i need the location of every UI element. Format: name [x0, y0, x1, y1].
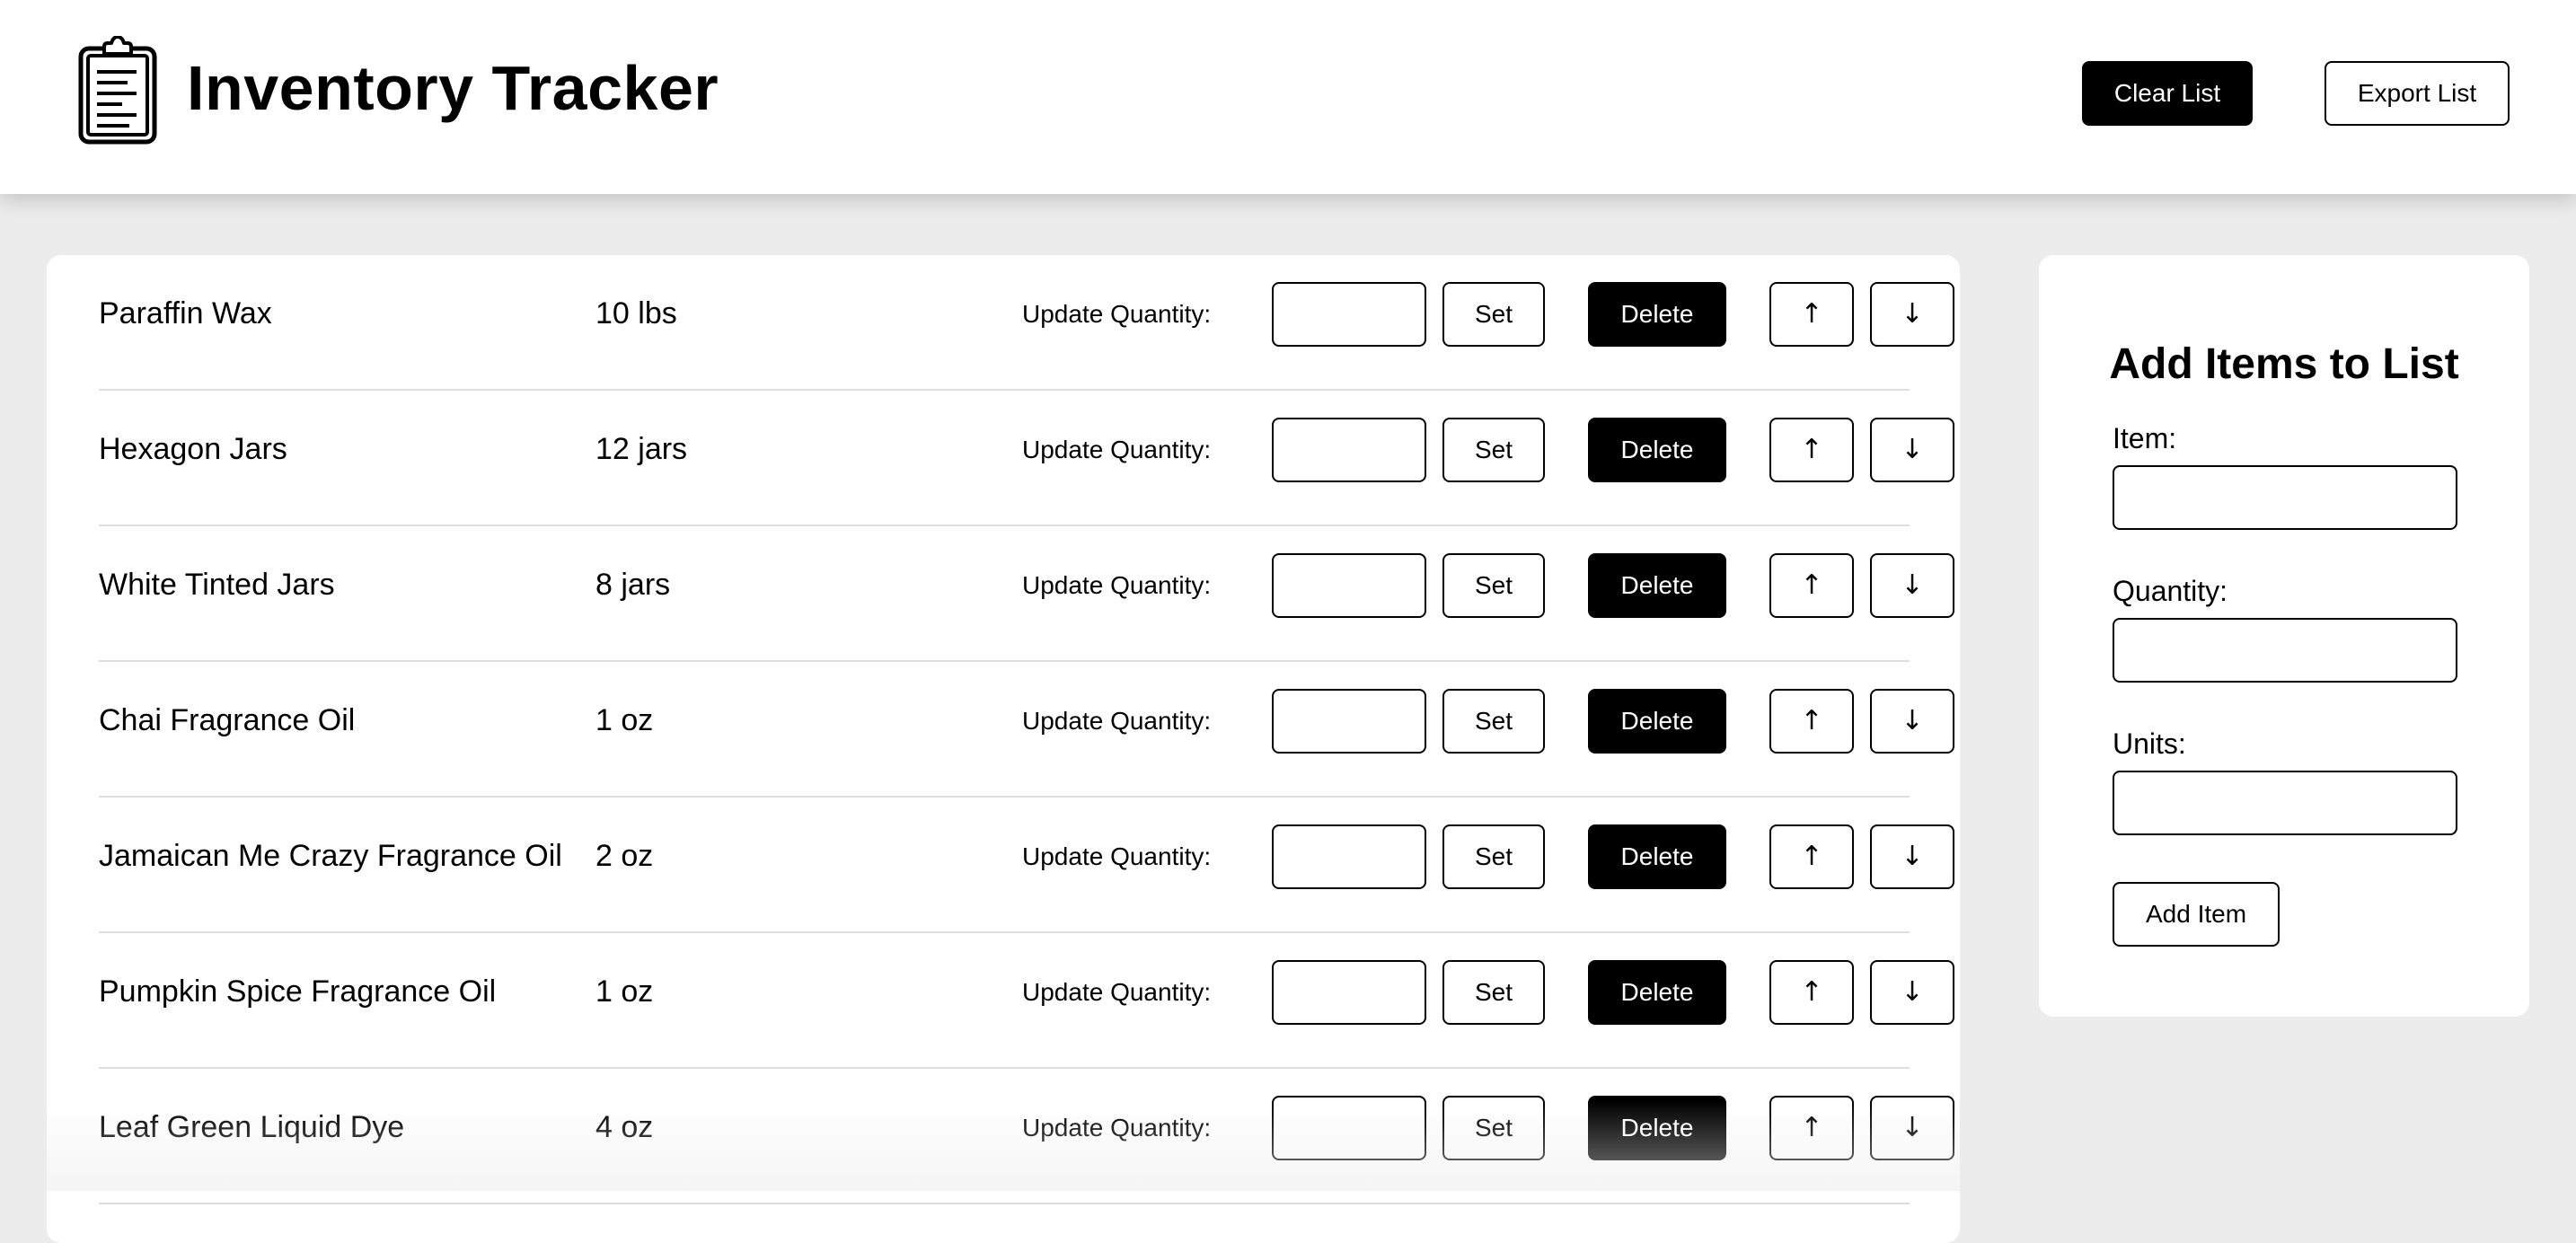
app-header: Inventory Tracker Clear List Export List — [0, 0, 2576, 194]
item-quantity: 4 oz — [595, 1110, 654, 1144]
arrow-up-icon: ↑ — [1800, 434, 1823, 465]
export-list-button[interactable]: Export List — [2325, 61, 2510, 126]
move-down-button[interactable]: ↓ — [1870, 689, 1954, 754]
move-down-button[interactable]: ↓ — [1870, 282, 1954, 347]
quantity-label: Quantity: — [2113, 575, 2228, 607]
item-quantity: 2 oz — [595, 839, 654, 873]
delete-button[interactable]: Delete — [1588, 824, 1726, 889]
set-button[interactable]: Set — [1442, 553, 1545, 618]
update-quantity-label: Update Quantity: — [1022, 978, 1212, 1006]
arrow-up-icon: ↑ — [1800, 705, 1823, 736]
units-input[interactable] — [2113, 771, 2457, 835]
item-quantity: 8 jars — [595, 568, 671, 602]
move-down-button[interactable]: ↓ — [1870, 824, 1954, 889]
arrow-up-icon: ↑ — [1800, 1112, 1823, 1143]
update-quantity-label: Update Quantity: — [1022, 707, 1212, 735]
item-quantity: 1 oz — [595, 974, 654, 1009]
move-up-button[interactable]: ↑ — [1769, 824, 1854, 889]
list-item: Chai Fragrance Oil 1 oz Update Quantity: Se… — [99, 662, 1954, 798]
list-item: Hexagon Jars 12 jars Update Quantity: Set De… — [99, 391, 1954, 526]
move-up-button[interactable]: ↑ — [1769, 1096, 1854, 1160]
arrow-up-icon: ↑ — [1800, 841, 1823, 872]
set-button[interactable]: Set — [1442, 282, 1545, 347]
delete-button[interactable]: Delete — [1588, 553, 1726, 618]
item-label: Item: — [2113, 422, 2177, 454]
update-quantity-input[interactable] — [1272, 1096, 1426, 1160]
arrow-up-icon: ↑ — [1800, 298, 1823, 330]
delete-button[interactable]: Delete — [1588, 960, 1726, 1025]
item-name: White Tinted Jars — [99, 568, 335, 602]
delete-button[interactable]: Delete — [1588, 282, 1726, 347]
arrow-down-icon: ↓ — [1901, 1112, 1924, 1143]
item-name: Pumpkin Spice Fragrance Oil — [99, 974, 497, 1009]
arrow-down-icon: ↓ — [1901, 705, 1924, 736]
update-quantity-input[interactable] — [1272, 282, 1426, 347]
arrow-down-icon: ↓ — [1901, 841, 1924, 872]
arrow-down-icon: ↓ — [1901, 298, 1924, 330]
inventory-list: Paraffin Wax 10 lbs Update Quantity: Set Del… — [47, 255, 1960, 1243]
list-item: Pumpkin Spice Fragrance Oil 1 oz Update Qu… — [99, 933, 1954, 1069]
update-quantity-label: Update Quantity: — [1022, 571, 1212, 599]
item-quantity: 10 lbs — [595, 296, 677, 331]
update-quantity-input[interactable] — [1272, 418, 1426, 482]
delete-button[interactable]: Delete — [1588, 418, 1726, 482]
add-item-button[interactable]: Add Item — [2113, 882, 2280, 947]
item-name: Paraffin Wax — [99, 296, 272, 331]
update-quantity-label: Update Quantity: — [1022, 842, 1212, 870]
units-label: Units: — [2113, 727, 2186, 760]
list-item: Jamaican Me Crazy Fragrance Oil 2 oz Updat… — [99, 798, 1954, 933]
item-quantity: 12 jars — [595, 432, 688, 466]
item-name: Leaf Green Liquid Dye — [99, 1110, 405, 1144]
clipboard-icon — [78, 36, 157, 145]
move-up-button[interactable]: ↑ — [1769, 282, 1854, 347]
item-quantity: 1 oz — [595, 703, 654, 737]
quantity-input[interactable] — [2113, 618, 2457, 683]
move-up-button[interactable]: ↑ — [1769, 960, 1854, 1025]
add-items-title: Add Items to List — [2109, 340, 2459, 388]
set-button[interactable]: Set — [1442, 689, 1545, 754]
move-down-button[interactable]: ↓ — [1870, 1096, 1954, 1160]
item-input[interactable] — [2113, 465, 2457, 530]
arrow-down-icon: ↓ — [1901, 434, 1924, 465]
arrow-down-icon: ↓ — [1901, 976, 1924, 1008]
move-down-button[interactable]: ↓ — [1870, 553, 1954, 618]
move-up-button[interactable]: ↑ — [1769, 553, 1854, 618]
move-up-button[interactable]: ↑ — [1769, 418, 1854, 482]
clear-list-button[interactable]: Clear List — [2082, 61, 2253, 126]
delete-button[interactable]: Delete — [1588, 1096, 1726, 1160]
set-button[interactable]: Set — [1442, 960, 1545, 1025]
update-quantity-label: Update Quantity: — [1022, 436, 1212, 463]
list-item: Leaf Green Liquid Dye 4 oz Update Quantity… — [99, 1069, 1954, 1204]
update-quantity-input[interactable] — [1272, 960, 1426, 1025]
update-quantity-label: Update Quantity: — [1022, 300, 1212, 328]
move-down-button[interactable]: ↓ — [1870, 418, 1954, 482]
set-button[interactable]: Set — [1442, 824, 1545, 889]
set-button[interactable]: Set — [1442, 1096, 1545, 1160]
move-down-button[interactable]: ↓ — [1870, 960, 1954, 1025]
arrow-up-icon: ↑ — [1800, 569, 1823, 601]
update-quantity-input[interactable] — [1272, 689, 1426, 754]
page-title: Inventory Tracker — [187, 53, 719, 123]
item-name: Hexagon Jars — [99, 432, 287, 466]
list-item: White Tinted Jars 8 jars Update Quantity: S… — [99, 526, 1954, 662]
item-name: Chai Fragrance Oil — [99, 703, 356, 737]
arrow-down-icon: ↓ — [1901, 569, 1924, 601]
item-name: Jamaican Me Crazy Fragrance Oil — [99, 839, 562, 873]
update-quantity-input[interactable] — [1272, 553, 1426, 618]
move-up-button[interactable]: ↑ — [1769, 689, 1854, 754]
update-quantity-input[interactable] — [1272, 824, 1426, 889]
arrow-up-icon: ↑ — [1800, 976, 1823, 1008]
delete-button[interactable]: Delete — [1588, 689, 1726, 754]
add-items-panel: Add Items to List Item: Quantity: Units:… — [2039, 255, 2529, 1017]
set-button[interactable]: Set — [1442, 418, 1545, 482]
update-quantity-label: Update Quantity: — [1022, 1114, 1212, 1142]
list-item: Paraffin Wax 10 lbs Update Quantity: Set Del… — [99, 255, 1954, 391]
